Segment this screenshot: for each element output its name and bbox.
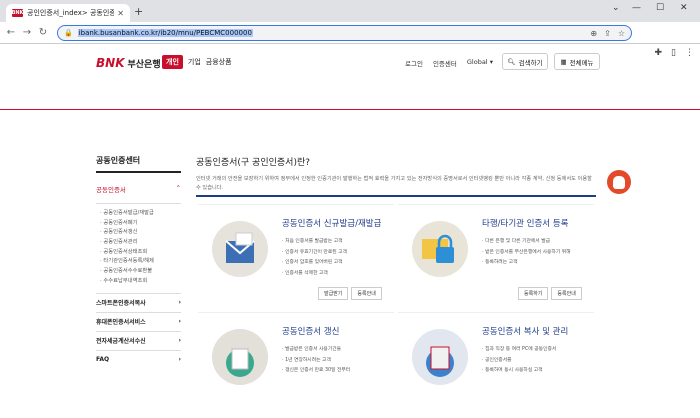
chatbot-icon[interactable] (607, 170, 631, 194)
browser-tabbar: BNK 공인인증서_index> 공동인증서 > ✕ + ⌄ — ☐ ✕ (0, 0, 700, 22)
sidebar-item[interactable]: 공동인증서갱신 (96, 228, 181, 238)
sidebar-item[interactable]: 공동인증서상태조회 (96, 248, 181, 258)
sidebar-item[interactable]: 공동인증서발급/재발급 (96, 209, 181, 219)
page-description: 인터넷 거래의 안전을 보장하기 위하여 정부에서 인정한 인증기관이 발행하는… (196, 176, 592, 191)
header-divider (0, 109, 700, 110)
sidebar-title: 공동인증센터 (96, 155, 181, 173)
chevron-right-icon: › (178, 318, 181, 325)
back-icon[interactable]: ← (3, 27, 19, 38)
card-renew-cert: 공동인증서 갱신 발급받은 인증서 사용기간을 1년 연장하시려는 고객 갱신은… (198, 312, 394, 418)
global-link[interactable]: Global ▾ (467, 58, 493, 68)
sidebar-group[interactable]: FAQ › (96, 349, 181, 369)
sidebar-submenu: 공동인증서발급/재발급 공동인증서폐기 공동인증서갱신 공동인증서관리 공동인증… (96, 209, 181, 287)
all-menu-button[interactable]: ▦ 전체메뉴 (554, 53, 600, 70)
section-bar (196, 195, 596, 197)
copy-illustration (412, 329, 468, 385)
logo-brand: BNK (96, 56, 125, 70)
browser-toolbar: ← → ↻ 🔒 ibank.busanbank.co.kr/ib20/mnu/P… (0, 22, 700, 58)
lock-icon[interactable]: 🔒 (64, 29, 73, 37)
favicon: BNK (11, 9, 24, 17)
card-title: 공동인증서 복사 및 관리 (482, 327, 569, 337)
search-button[interactable]: 🔍︎ 검색하기 (502, 53, 548, 70)
card-item: 등록하려는 고객 (482, 258, 571, 269)
sidebar-group[interactable]: 전자세금계산서수신 › (96, 330, 181, 350)
forward-icon[interactable]: → (19, 27, 35, 38)
guide-button[interactable]: 등록안내 (551, 287, 582, 300)
page-title: 공동인증서(구 공인인증서)란? (196, 158, 311, 168)
card-item: 처음 인증서를 발급받는 고객 (282, 237, 347, 248)
sidebar-item[interactable]: 공동인증서수수료환불 (96, 267, 181, 277)
sidebar-item[interactable]: 타기관인증서등록/해제 (96, 257, 181, 267)
card-title: 공동인증서 갱신 (282, 327, 340, 337)
bank-logo[interactable]: BNK 부산은행 (96, 56, 161, 70)
card-copy-cert: 공동인증서 복사 및 관리 집과 직장 등 여러 PC에 공동인증서 공인인증서… (398, 312, 594, 418)
address-bar[interactable]: 🔒 ibank.busanbank.co.kr/ib20/mnu/PEBCMC0… (57, 25, 632, 41)
card-item: 집과 직장 등 여러 PC에 공동인증서 (482, 345, 556, 356)
main-nav: 개인 기업 금융상품 (162, 55, 232, 69)
sidebar-item[interactable]: 수수료납부내역조회 (96, 277, 181, 287)
reload-icon[interactable]: ↻ (35, 27, 51, 38)
sidebar-group[interactable]: 스마트폰인증서복사 › (96, 292, 181, 312)
issue-button[interactable]: 발급받기 (318, 287, 349, 300)
sidebar-current[interactable]: 공동인증서 ⌃ (96, 184, 181, 204)
main-content: 공동인증서(구 공인인증서)란? 인터넷 거래의 안전을 보장하기 위하여 정부… (196, 155, 600, 193)
chevron-right-icon: › (178, 356, 181, 363)
sidebar-item[interactable]: 공동인증서폐기 (96, 219, 181, 229)
sidebar: 공동인증센터 공동인증서⌃ 공동인증서발급/재발급 공동인증서폐기 공동인증서갱… (96, 155, 181, 369)
site-header: BNK 부산은행 개인 기업 금융상품 로그인 인증센터 Global ▾ 🔍︎… (0, 44, 700, 82)
card-item: 인증서 유효기간이 만료된 고객 (282, 248, 347, 259)
maximize-icon[interactable]: ☐ (656, 3, 664, 13)
close-icon[interactable]: ✕ (117, 9, 124, 18)
minimize-icon[interactable]: — (632, 3, 641, 13)
card-title: 타행/타기관 인증서 등록 (482, 219, 569, 229)
search-icon: 🔍︎ (507, 57, 516, 66)
grid-icon: ▦ (560, 57, 567, 66)
login-link[interactable]: 로그인 (405, 58, 423, 68)
window-close-icon[interactable]: ✕ (680, 3, 688, 13)
tab-search-icon[interactable]: ⌄ (612, 3, 620, 13)
nav-business[interactable]: 기업 (188, 57, 201, 67)
chevron-right-icon: › (178, 337, 181, 344)
register-button[interactable]: 등록하기 (518, 287, 549, 300)
chevron-right-icon: › (178, 299, 181, 306)
guide-button[interactable]: 등록안내 (351, 287, 382, 300)
card-item: 공인인증서를 (482, 356, 556, 367)
nav-personal[interactable]: 개인 (162, 55, 183, 69)
url-text[interactable]: ibank.busanbank.co.kr/ib20/mnu/PEBCMC000… (77, 29, 253, 37)
sidebar-group[interactable]: 휴대폰인증서서비스 › (96, 311, 181, 331)
card-item: 받은 인증서를 부산은행에서 사용하기 위해 (482, 248, 571, 259)
sidebar-item[interactable]: 공동인증서관리 (96, 238, 181, 248)
card-item: 인증서 암호를 잊어버린 고객 (282, 258, 347, 269)
bookmark-icon[interactable]: ☆ (618, 29, 625, 38)
utility-nav: 로그인 인증센터 Global ▾ (405, 58, 493, 68)
zoom-icon[interactable]: ⊕ (590, 29, 597, 38)
cert-center-link[interactable]: 인증센터 (433, 58, 457, 68)
card-item: 갱신은 인증서 만료 30일 전부터 (282, 366, 350, 377)
tab-title: 공인인증서_index> 공동인증서 > (27, 9, 115, 17)
card-item: 등록하여 동시 사용하실 고객 (482, 366, 556, 377)
logo-name: 부산은행 (127, 59, 161, 70)
certificate-illustration (212, 221, 268, 277)
card-new-cert: 공동인증서 신규발급/재발급 처음 인증서를 발급받는 고객 인증서 유효기간이… (198, 204, 394, 310)
card-title: 공동인증서 신규발급/재발급 (282, 219, 382, 229)
nav-products[interactable]: 금융상품 (206, 57, 232, 67)
card-item: 발급받은 인증서 사용기간을 (282, 345, 350, 356)
share-icon[interactable]: ⇪ (604, 29, 611, 38)
lock-illustration (412, 221, 468, 277)
card-item: 다른 은행 및 다른 기관에서 발급 (482, 237, 571, 248)
browser-tab[interactable]: BNK 공인인증서_index> 공동인증서 > ✕ (6, 4, 130, 22)
new-tab-icon[interactable]: + (134, 5, 143, 18)
chevron-up-icon: ⌃ (175, 184, 181, 192)
card-item: 인증서를 삭제한 고객 (282, 269, 347, 280)
renew-illustration (212, 329, 268, 385)
card-item: 1년 연장하시려는 고객 (282, 356, 350, 367)
card-register-cert: 타행/타기관 인증서 등록 다른 은행 및 다른 기관에서 발급 받은 인증서를… (398, 204, 594, 310)
